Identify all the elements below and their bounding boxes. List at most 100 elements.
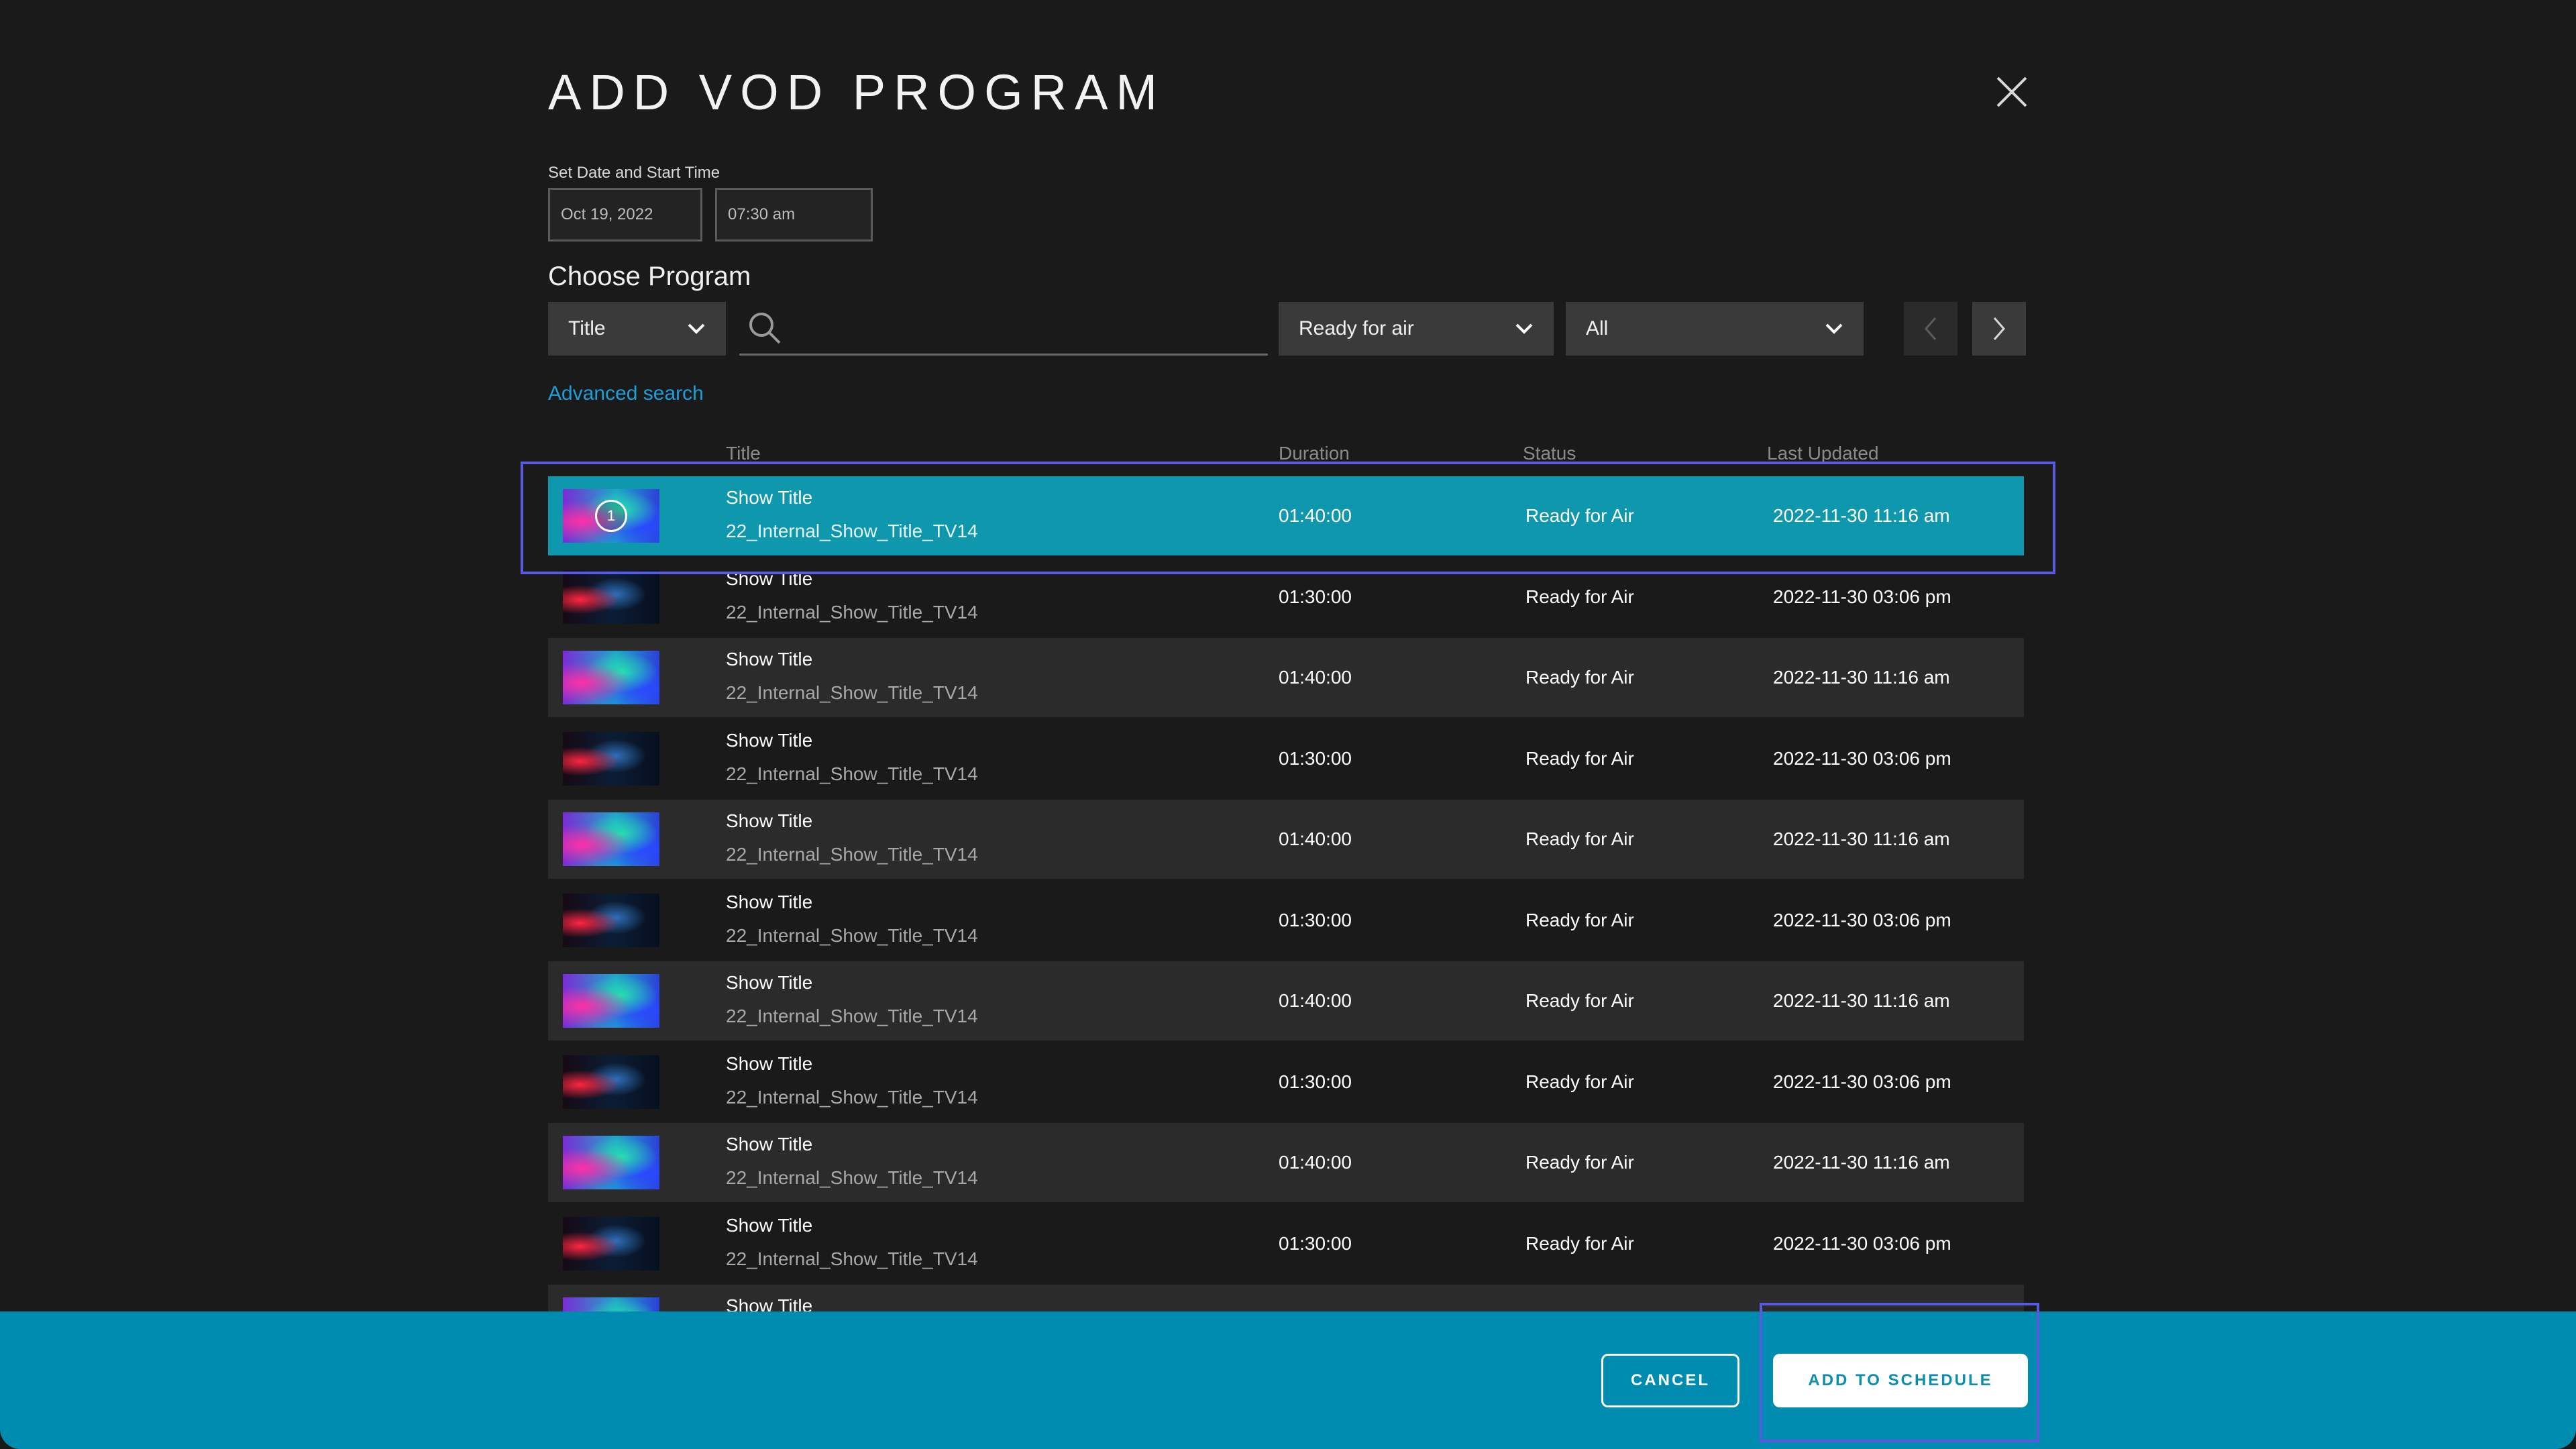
program-duration: 01:30:00 xyxy=(1279,1071,1352,1092)
chevron-down-icon xyxy=(688,323,705,334)
program-status: Ready for Air xyxy=(1525,1152,1634,1173)
date-field[interactable]: Oct 19, 2022 xyxy=(548,188,702,241)
program-title: Show Title xyxy=(726,1214,813,1236)
table-row[interactable]: Show Title 22_Internal_Show_Title_TV14 01:… xyxy=(548,1123,2024,1202)
program-thumbnail xyxy=(563,570,659,624)
time-field[interactable]: 07:30 am xyxy=(715,188,873,241)
footer-bar xyxy=(0,1311,2576,1449)
table-row[interactable]: Show Title 22_Internal_Show_Title_TV14 01:… xyxy=(548,557,2024,637)
program-title: Show Title xyxy=(726,729,813,751)
program-internal-name: 22_Internal_Show_Title_TV14 xyxy=(726,601,978,623)
close-icon xyxy=(1996,76,2027,107)
program-status: Ready for Air xyxy=(1525,505,1634,526)
table-row[interactable]: 1 Show Title 22_Internal_Show_Title_TV14 01… xyxy=(548,476,2024,555)
program-status: Ready for Air xyxy=(1525,586,1634,607)
column-header-title[interactable]: Title xyxy=(726,443,761,464)
next-page-button[interactable] xyxy=(1972,302,2026,356)
program-thumbnail xyxy=(563,1055,659,1109)
chevron-right-icon xyxy=(1993,317,2005,340)
program-internal-name: 22_Internal_Show_Title_TV14 xyxy=(726,682,978,703)
program-title: Show Title xyxy=(726,891,813,912)
search-field-select[interactable]: Title xyxy=(548,302,726,356)
program-last-updated: 2022-11-30 11:16 am xyxy=(1773,667,1950,688)
program-last-updated: 2022-11-30 11:16 am xyxy=(1773,990,1950,1011)
table-row[interactable]: Show Title 22_Internal_Show_Title_TV14 01:… xyxy=(548,800,2024,879)
close-button[interactable] xyxy=(1990,70,2034,114)
filter-select-value: All xyxy=(1586,317,1609,339)
program-status: Ready for Air xyxy=(1525,828,1634,849)
program-title: Show Title xyxy=(726,568,813,589)
program-status: Ready for Air xyxy=(1525,1071,1634,1092)
table-row[interactable]: Show Title 22_Internal_Show_Title_TV14 01:… xyxy=(548,638,2024,717)
program-title: Show Title xyxy=(726,1053,813,1074)
previous-page-button[interactable] xyxy=(1904,302,1957,356)
program-duration: 01:40:00 xyxy=(1279,505,1352,526)
program-thumbnail xyxy=(563,1297,659,1311)
program-title: Show Title xyxy=(726,810,813,831)
column-header-duration[interactable]: Duration xyxy=(1279,443,1350,464)
program-list: 1 Show Title 22_Internal_Show_Title_TV14 01… xyxy=(548,476,2024,1311)
program-last-updated: 2022-11-30 03:06 pm xyxy=(1773,1232,1951,1254)
table-row[interactable]: Show Title 22_Internal_Show_Title_TV14 01:… xyxy=(548,881,2024,960)
program-duration: 01:40:00 xyxy=(1279,828,1352,849)
table-row[interactable]: Show Title 22_Internal_Show_Title_TV14 01:… xyxy=(548,1204,2024,1283)
program-thumbnail xyxy=(563,1216,659,1271)
program-status: Ready for Air xyxy=(1525,909,1634,930)
search-bar xyxy=(739,302,1268,356)
status-select[interactable]: Ready for air xyxy=(1279,302,1554,356)
program-status: Ready for Air xyxy=(1525,1232,1634,1254)
chevron-down-icon xyxy=(1515,323,1533,334)
column-header-status[interactable]: Status xyxy=(1523,443,1576,464)
status-select-value: Ready for air xyxy=(1299,317,1414,339)
chevron-down-icon xyxy=(1825,323,1843,334)
program-duration: 01:40:00 xyxy=(1279,990,1352,1011)
search-icon xyxy=(749,312,781,343)
program-thumbnail xyxy=(563,812,659,866)
program-internal-name: 22_Internal_Show_Title_TV14 xyxy=(726,1167,978,1188)
program-title: Show Title xyxy=(726,487,813,508)
program-last-updated: 2022-11-30 03:06 pm xyxy=(1773,586,1951,607)
program-thumbnail xyxy=(563,974,659,1028)
program-thumbnail: 1 xyxy=(563,489,659,543)
program-title: Show Title xyxy=(726,972,813,993)
program-duration: 01:30:00 xyxy=(1279,586,1352,607)
date-time-label: Set Date and Start Time xyxy=(548,164,720,182)
program-thumbnail xyxy=(563,651,659,704)
program-internal-name: 22_Internal_Show_Title_TV14 xyxy=(726,521,978,541)
program-thumbnail xyxy=(563,1136,659,1189)
program-internal-name: 22_Internal_Show_Title_TV14 xyxy=(726,1086,978,1108)
search-field-select-value: Title xyxy=(568,317,606,339)
search-input[interactable] xyxy=(784,307,1268,348)
program-title: Show Title xyxy=(726,1295,813,1311)
add-vod-program-modal: ADD VOD PROGRAM Set Date and Start Time … xyxy=(0,0,2576,1449)
program-internal-name: 22_Internal_Show_Title_TV14 xyxy=(726,763,978,784)
program-status: Ready for Air xyxy=(1525,747,1634,769)
program-status: Ready for Air xyxy=(1525,990,1634,1011)
table-row[interactable]: Show Title 22_Internal_Show_Title_TV14 01:… xyxy=(548,719,2024,798)
add-to-schedule-button[interactable]: ADD TO SCHEDULE xyxy=(1773,1354,2028,1407)
program-duration: 01:30:00 xyxy=(1279,909,1352,930)
column-header-last-updated[interactable]: Last Updated xyxy=(1767,443,1879,464)
program-thumbnail xyxy=(563,731,659,786)
program-status: Ready for Air xyxy=(1525,667,1634,688)
table-row[interactable]: Show Title xyxy=(548,1285,2024,1311)
program-duration: 01:30:00 xyxy=(1279,747,1352,769)
program-title: Show Title xyxy=(726,649,813,669)
program-title: Show Title xyxy=(726,1134,813,1155)
filter-select[interactable]: All xyxy=(1566,302,1864,356)
program-last-updated: 2022-11-30 11:16 am xyxy=(1773,1152,1950,1173)
program-internal-name: 22_Internal_Show_Title_TV14 xyxy=(726,1006,978,1026)
modal-title: ADD VOD PROGRAM xyxy=(548,64,1166,120)
advanced-search-link[interactable]: Advanced search xyxy=(548,382,704,405)
program-internal-name: 22_Internal_Show_Title_TV14 xyxy=(726,1248,978,1269)
program-last-updated: 2022-11-30 03:06 pm xyxy=(1773,747,1951,769)
cancel-button[interactable]: CANCEL xyxy=(1601,1354,1739,1407)
chevron-left-icon xyxy=(1925,317,1937,340)
program-duration: 01:40:00 xyxy=(1279,667,1352,688)
program-internal-name: 22_Internal_Show_Title_TV14 xyxy=(726,924,978,946)
table-row[interactable]: Show Title 22_Internal_Show_Title_TV14 01:… xyxy=(548,961,2024,1040)
table-row[interactable]: Show Title 22_Internal_Show_Title_TV14 01:… xyxy=(548,1042,2024,1122)
program-internal-name: 22_Internal_Show_Title_TV14 xyxy=(726,844,978,865)
program-thumbnail xyxy=(563,893,659,947)
program-last-updated: 2022-11-30 11:16 am xyxy=(1773,505,1950,526)
